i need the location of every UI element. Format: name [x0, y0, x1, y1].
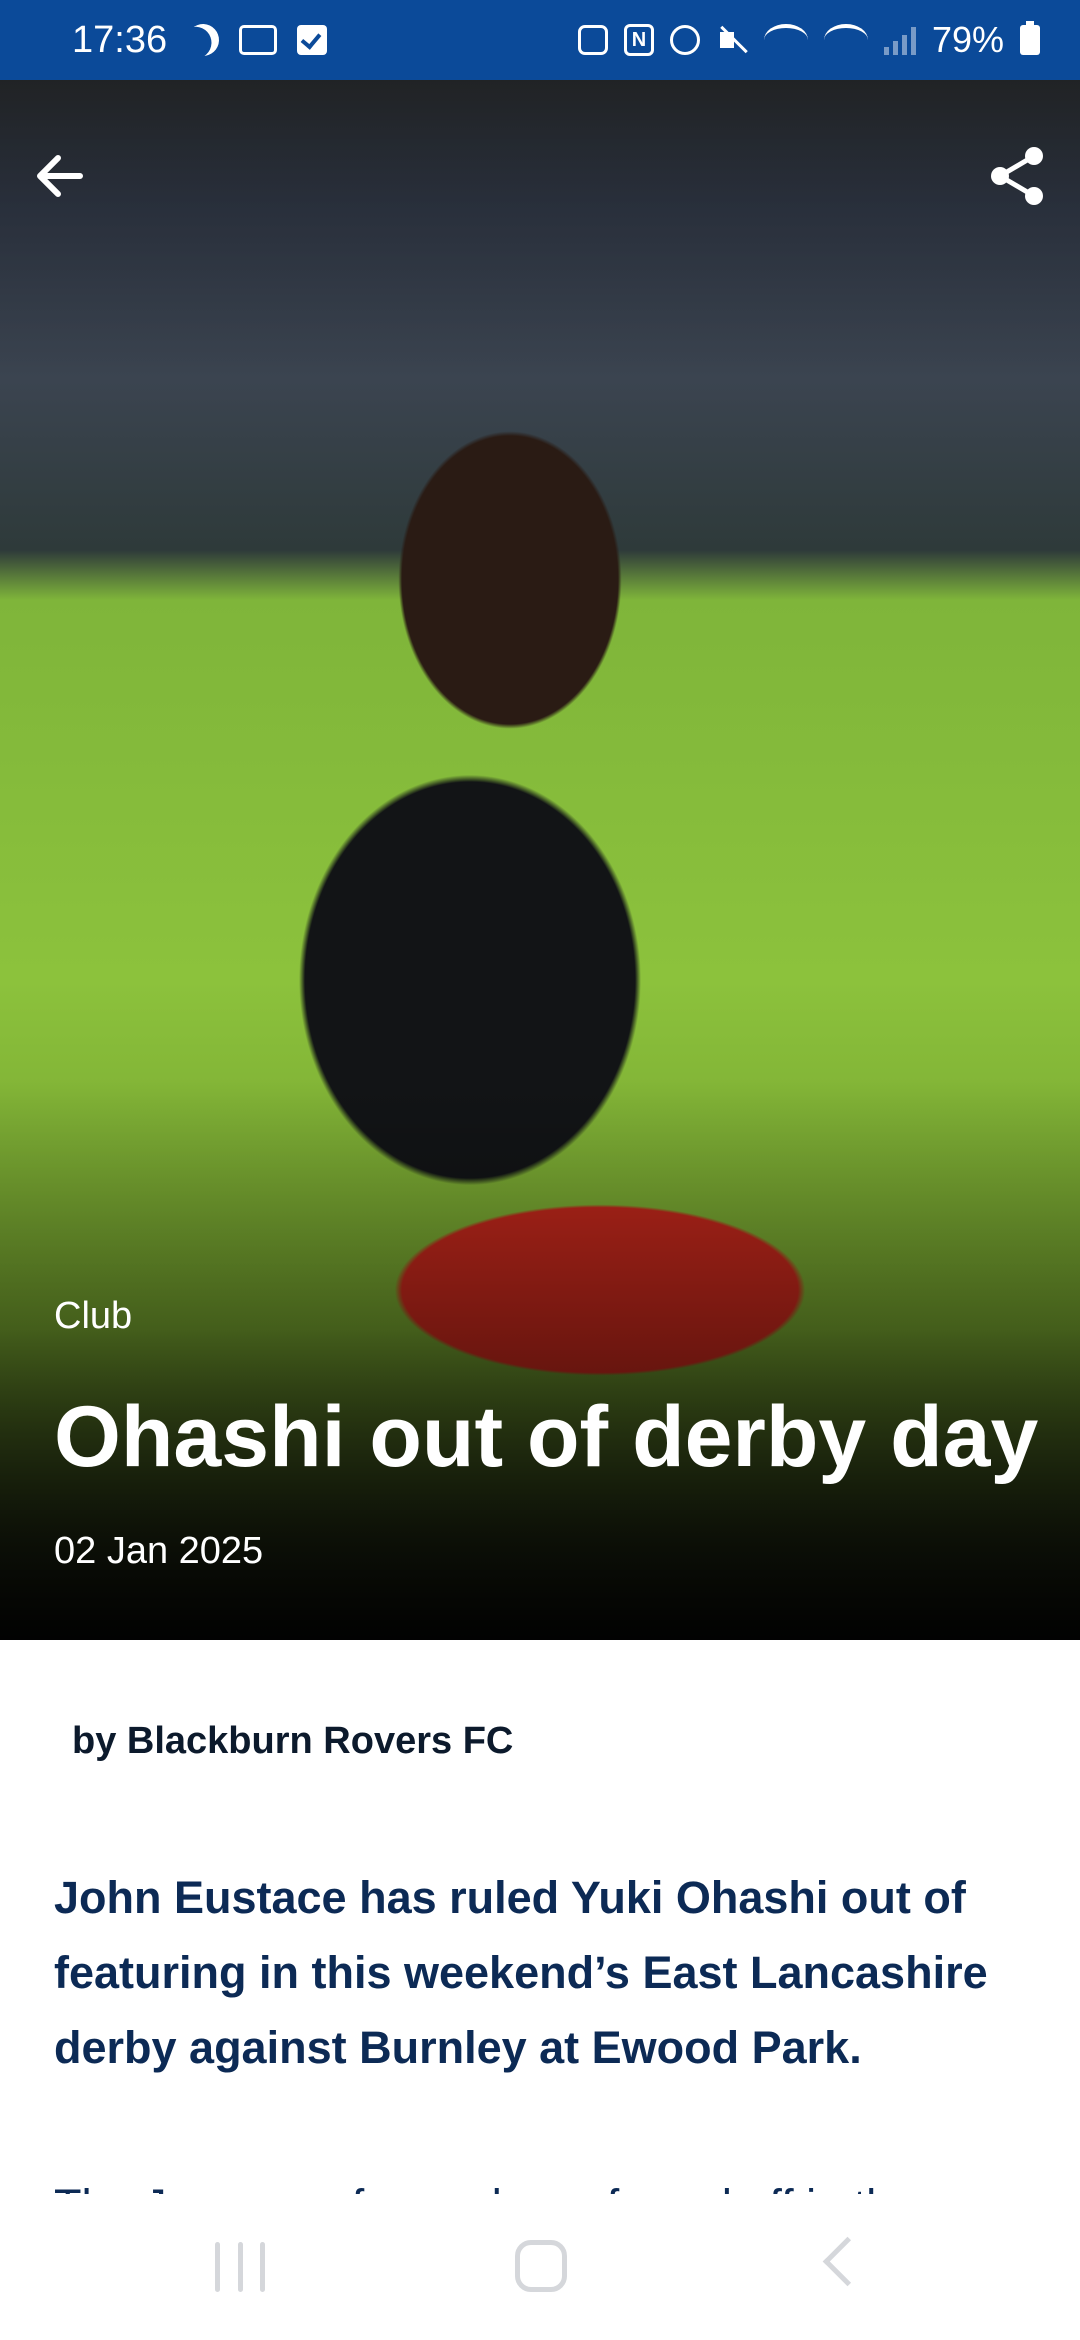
status-bar: 17:36 N 79%: [0, 0, 1080, 80]
alarm-icon: [669, 25, 700, 55]
article-body-line: The Japanese forward was forced off in t…: [54, 2168, 1034, 2194]
article-category: Club: [54, 1295, 133, 1337]
recent-apps-icon[interactable]: [215, 2242, 265, 2292]
moon-icon: [183, 19, 224, 60]
arrow-left-icon: [37, 155, 83, 197]
article-date: 02 Jan 2025: [54, 1530, 264, 1572]
status-left: 17:36: [72, 18, 328, 62]
article-lead: John Eustace has ruled Yuki Ohashi out o…: [54, 1872, 988, 2073]
home-icon[interactable]: [515, 2240, 567, 2292]
status-time: 17:36: [72, 18, 168, 61]
article-byline: by Blackburn Rovers FC: [72, 1720, 514, 1762]
share-icon: [991, 147, 1043, 205]
back-button[interactable]: [30, 146, 90, 206]
battery-icon: [1020, 21, 1040, 55]
nfc-icon: N: [623, 24, 654, 56]
voicemail-icon: [239, 25, 278, 55]
recycle-icon: [577, 25, 608, 55]
article-body-preview: The Japanese forward was forced off in t…: [54, 2168, 1034, 2194]
wifi-icon: [763, 24, 808, 56]
wifi-calling-icon: [823, 24, 868, 56]
check-icon: [297, 25, 328, 55]
share-button[interactable]: [986, 144, 1050, 208]
article-title: Ohashi out of derby day: [54, 1389, 1039, 1485]
mute-icon: [716, 24, 748, 56]
signal-icon: [883, 25, 916, 55]
status-right: N 79%: [577, 19, 1040, 61]
battery-percent: 79%: [931, 19, 1004, 60]
hero-image: Club Ohashi out of derby day 02 Jan 2025: [0, 80, 1080, 1640]
